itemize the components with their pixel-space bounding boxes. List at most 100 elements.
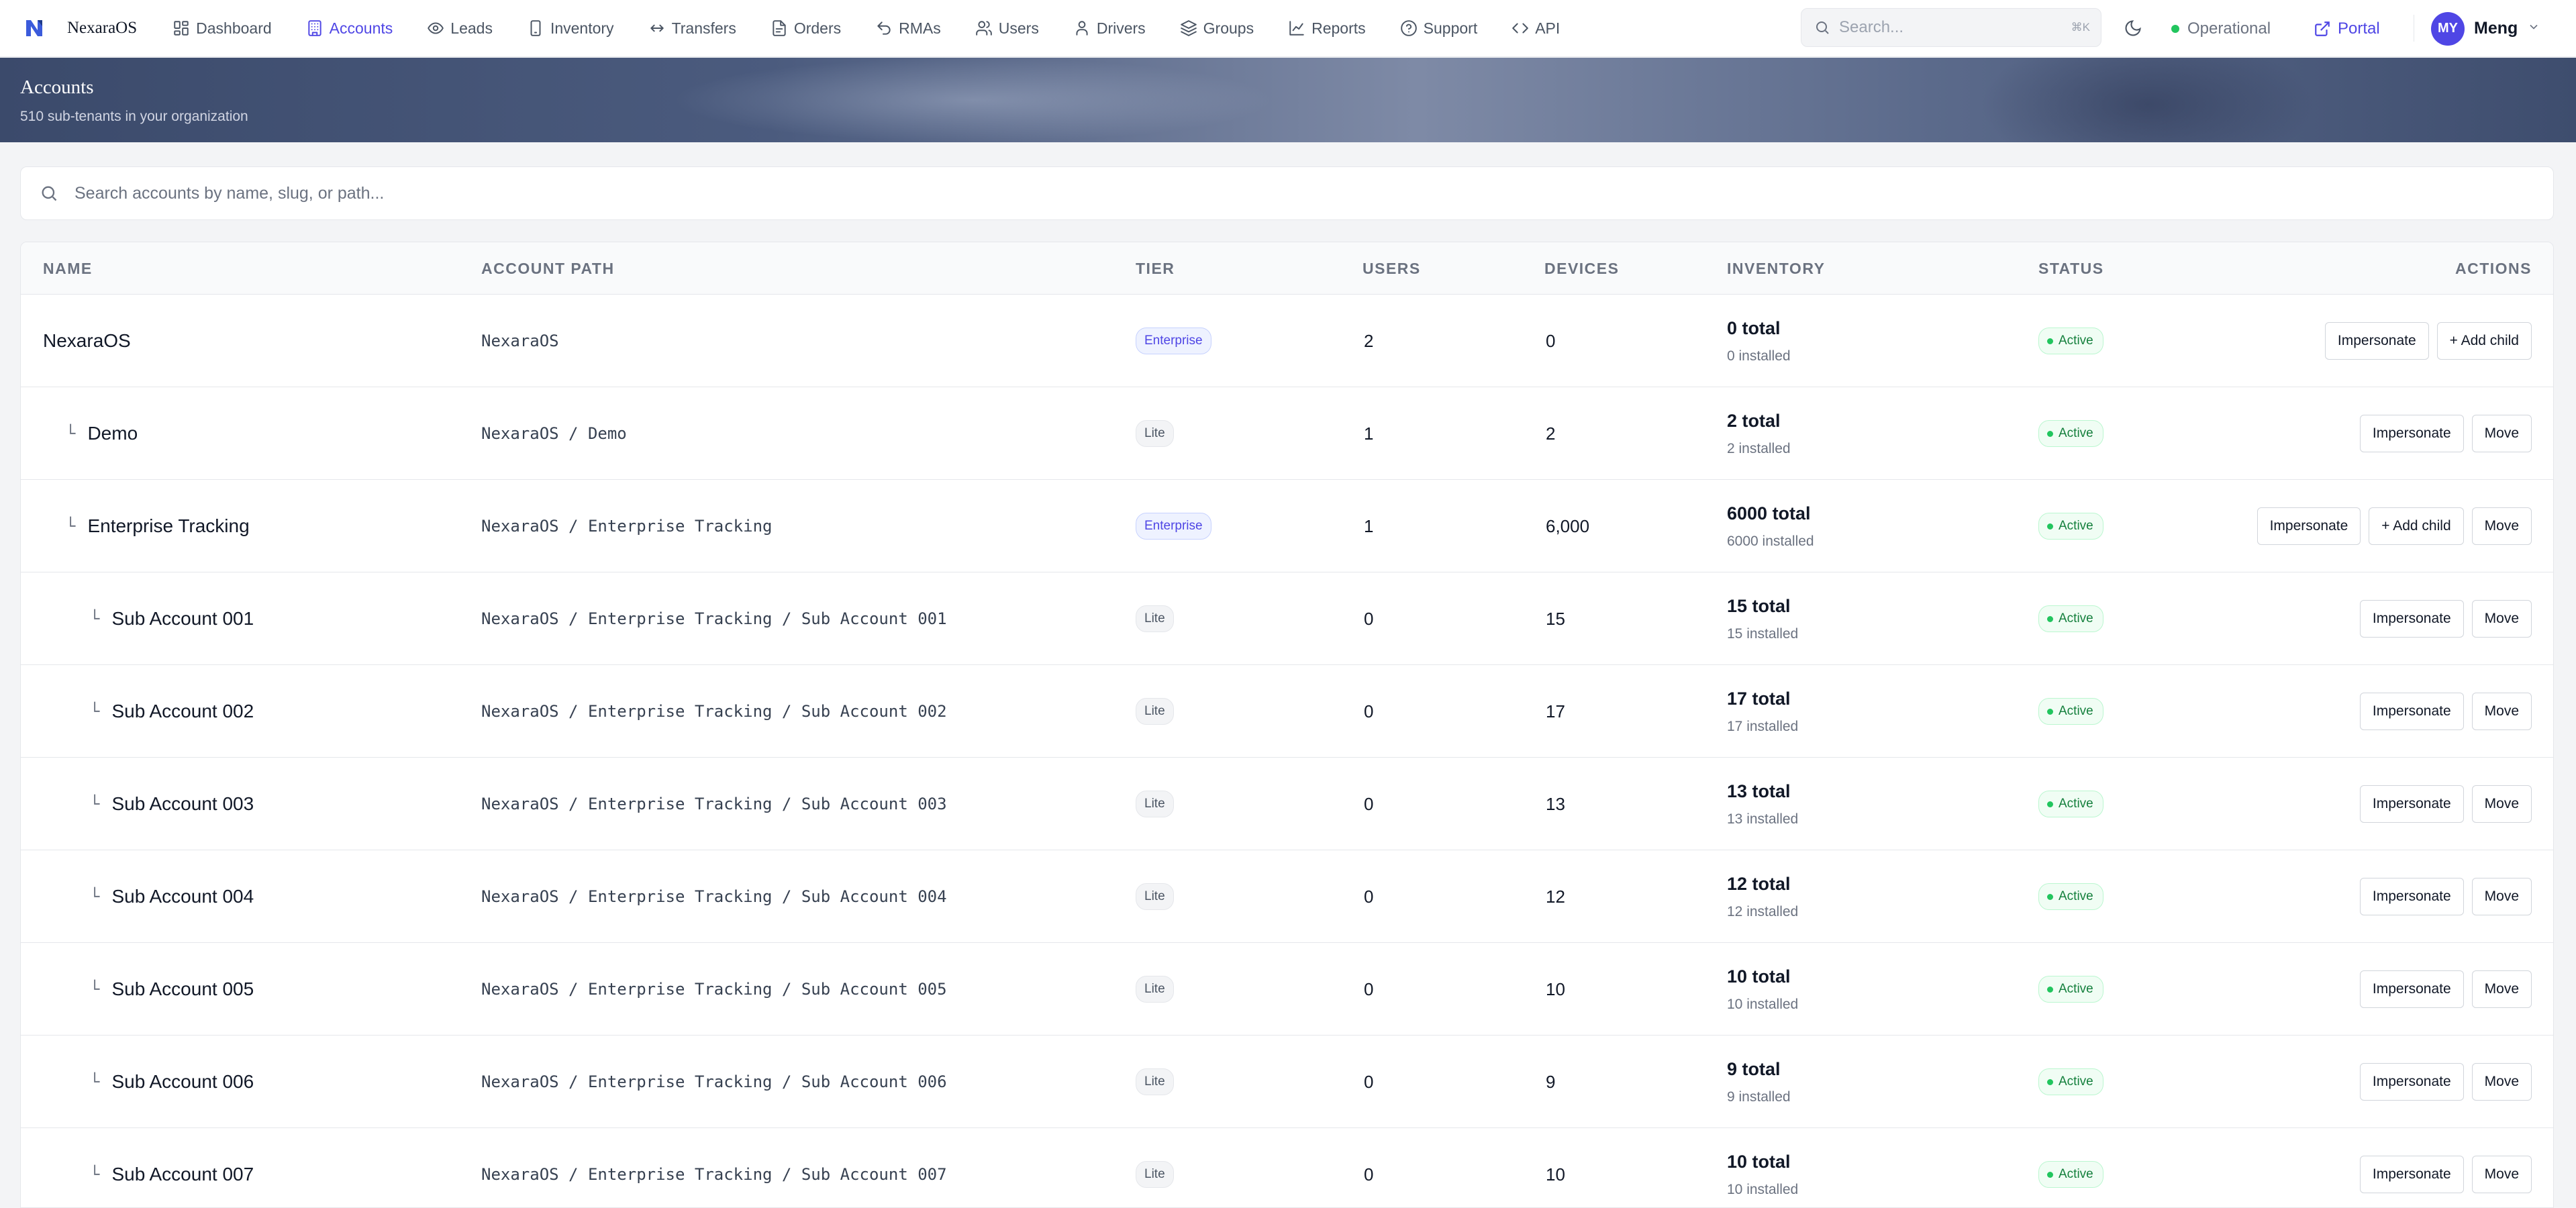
impersonate-button[interactable]: Impersonate [2257,507,2361,545]
account-name[interactable]: Demo [87,423,138,444]
table-row[interactable]: NexaraOS NexaraOS Enterprise 2 0 0 total… [21,295,2553,387]
tree-branch-icon: └ [66,424,76,443]
column-header-status[interactable]: STATUS [2038,242,2104,295]
brand-name: NexaraOS [67,19,138,37]
table-row[interactable]: └ Sub Account 001 NexaraOS / Enterprise T… [21,572,2553,665]
status-dot-icon [2047,708,2053,715]
inventory-total: 0 total [1727,317,1781,338]
tier-badge: Enterprise [1136,513,1211,540]
accounts-search[interactable] [20,166,2554,220]
account-name[interactable]: NexaraOS [43,330,131,352]
device-icon [526,19,545,38]
account-path: NexaraOS / Enterprise Tracking / Sub Acc… [481,1072,947,1091]
move-button[interactable]: Move [2471,878,2532,915]
page-subtitle: 510 sub-tenants in your organization [20,109,248,124]
status-badge: Active [2038,883,2103,910]
account-name[interactable]: Sub Account 007 [111,1164,254,1185]
column-header-users[interactable]: USERS [1363,242,1421,295]
table-row[interactable]: └ Sub Account 002 NexaraOS / Enterprise T… [21,665,2553,758]
nav-item-leads[interactable]: Leads [426,0,493,57]
tree-branch-icon: └ [90,887,100,906]
nav-item-groups[interactable]: Groups [1179,0,1254,57]
move-button[interactable]: Move [2471,693,2532,730]
nav-item-orders[interactable]: Orders [770,0,841,57]
account-name[interactable]: Sub Account 003 [111,793,254,815]
global-search-input[interactable] [1839,18,2061,37]
table-row[interactable]: └ Sub Account 003 NexaraOS / Enterprise T… [21,758,2553,850]
impersonate-button[interactable]: Impersonate [2324,322,2429,360]
impersonate-button[interactable]: Impersonate [2359,1063,2464,1101]
global-search[interactable]: ⌘K [1801,8,2101,47]
tree-branch-icon: └ [66,517,76,536]
nav-item-transfers[interactable]: Transfers [648,0,736,57]
impersonate-button[interactable]: Impersonate [2359,693,2464,730]
system-status[interactable]: Operational [2171,0,2271,57]
move-button[interactable]: Move [2471,785,2532,823]
table-row[interactable]: └ Sub Account 007 NexaraOS / Enterprise T… [21,1128,2553,1207]
nav-item-accounts[interactable]: Accounts [305,0,393,57]
add-child-button[interactable]: + Add child [2436,322,2532,360]
impersonate-button[interactable]: Impersonate [2359,600,2464,638]
table-row[interactable]: └ Enterprise Tracking NexaraOS / Enterpri… [21,480,2553,572]
banner-decoration-dark [1980,58,2316,142]
portal-link[interactable]: Portal [2314,0,2380,57]
add-child-button[interactable]: + Add child [2369,507,2464,545]
account-path: NexaraOS / Enterprise Tracking / Sub Acc… [481,795,947,813]
status-label: Active [2059,704,2093,718]
inventory-total: 2 total [1727,410,1781,431]
status-badge: Active [2038,1068,2103,1095]
tier-badge: Lite [1136,1068,1174,1095]
account-name[interactable]: Sub Account 001 [111,608,254,630]
move-button[interactable]: Move [2471,1063,2532,1101]
impersonate-button[interactable]: Impersonate [2359,1156,2464,1193]
move-button[interactable]: Move [2471,970,2532,1008]
brand[interactable]: NexaraOS [23,17,137,40]
theme-toggle-moon-icon[interactable] [2121,16,2145,40]
nav-item-rmas[interactable]: RMAs [875,0,941,57]
table-row[interactable]: └ Sub Account 004 NexaraOS / Enterprise T… [21,850,2553,943]
nav-item-reports[interactable]: Reports [1287,0,1366,57]
table-row[interactable]: └ Sub Account 005 NexaraOS / Enterprise T… [21,943,2553,1036]
column-header-inventory[interactable]: INVENTORY [1727,242,1825,295]
column-header-path[interactable]: ACCOUNT PATH [481,242,615,295]
column-header-tier[interactable]: TIER [1136,242,1175,295]
account-path: NexaraOS / Enterprise Tracking / Sub Acc… [481,609,947,628]
account-name[interactable]: Enterprise Tracking [87,515,249,537]
column-header-devices[interactable]: DEVICES [1544,242,1619,295]
table-row[interactable]: └ Demo NexaraOS / Demo Lite 1 2 2 total 2… [21,387,2553,480]
impersonate-button[interactable]: Impersonate [2359,415,2464,452]
search-icon [38,183,60,204]
move-button[interactable]: Move [2471,600,2532,638]
column-header-name[interactable]: NAME [43,242,93,295]
nav-label-rmas: RMAs [899,19,941,37]
move-button[interactable]: Move [2471,415,2532,452]
nav-item-dashboard[interactable]: Dashboard [172,0,272,57]
column-header-actions: ACTIONS [2455,259,2532,277]
nav-item-drivers[interactable]: Drivers [1073,0,1146,57]
impersonate-button[interactable]: Impersonate [2359,878,2464,915]
account-name[interactable]: Sub Account 002 [111,701,254,722]
impersonate-button[interactable]: Impersonate [2359,785,2464,823]
status-dot-icon [2047,1171,2053,1178]
account-name[interactable]: Sub Account 004 [111,886,254,907]
nav-item-api[interactable]: API [1511,0,1560,57]
nav-item-users[interactable]: Users [975,0,1039,57]
account-name[interactable]: Sub Account 006 [111,1071,254,1093]
user-menu[interactable]: MY Meng [2431,0,2540,57]
account-path: NexaraOS [481,332,559,350]
nav-item-support[interactable]: Support [1399,0,1477,57]
brand-logo-icon [23,17,46,40]
accounts-search-input[interactable] [75,183,1417,203]
system-status-label: Operational [2187,19,2271,38]
status-dot-icon [2047,801,2053,807]
status-badge: Active [2038,791,2103,817]
table-row[interactable]: └ Sub Account 006 NexaraOS / Enterprise T… [21,1036,2553,1128]
move-button[interactable]: Move [2471,507,2532,545]
person-icon [1073,19,1091,38]
impersonate-button[interactable]: Impersonate [2359,970,2464,1008]
account-name[interactable]: Sub Account 005 [111,978,254,1000]
status-badge: Active [2038,513,2103,540]
code-icon [1511,19,1530,38]
nav-item-inventory[interactable]: Inventory [526,0,614,57]
move-button[interactable]: Move [2471,1156,2532,1193]
